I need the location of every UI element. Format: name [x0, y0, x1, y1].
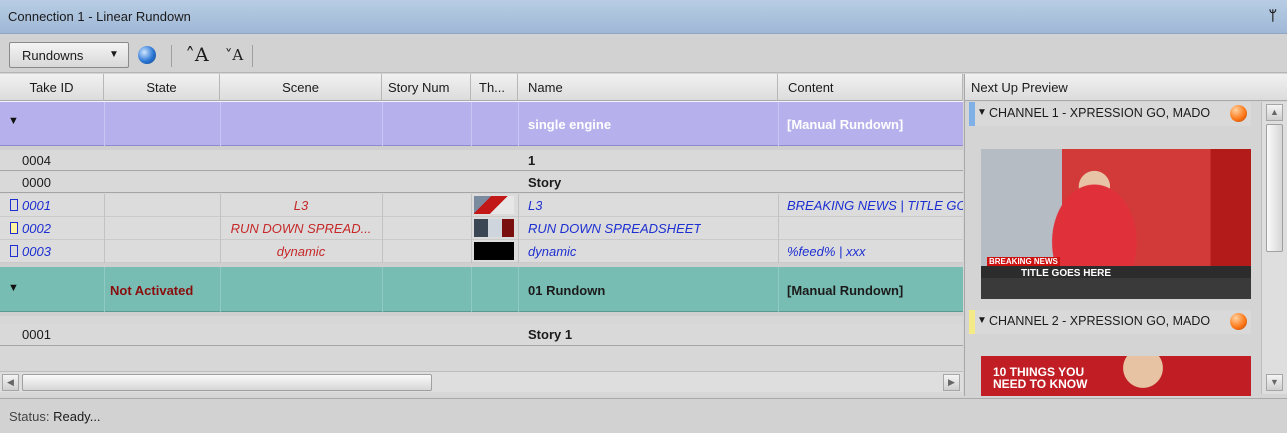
- collapse-triangle-icon[interactable]: ▼: [977, 315, 987, 326]
- window-title-bar: Connection 1 - Linear Rundown ᛘ: [0, 0, 1287, 34]
- group-content: [Manual Rundown]: [787, 283, 904, 298]
- story-name: Story 1: [528, 327, 573, 342]
- grid-header: Take ID State Scene Story Num Th... Name…: [0, 74, 963, 101]
- column-header-state[interactable]: State: [104, 74, 220, 101]
- rundowns-label: Rundowns: [22, 48, 84, 63]
- status-text: Status: Ready...: [9, 409, 101, 424]
- status-bar: Status: Ready...: [0, 398, 1287, 433]
- rundown-group-row[interactable]: ▼ single engine [Manual Rundown]: [0, 101, 963, 147]
- story-name: Story: [528, 175, 562, 190]
- take-item-row[interactable]: 0002 RUN DOWN SPREAD... RUN DOWN SPREADS…: [0, 217, 963, 240]
- pin-icon[interactable]: ᛘ: [1269, 7, 1277, 23]
- checkbox-icon[interactable]: [10, 222, 18, 234]
- scrollbar-thumb[interactable]: [22, 374, 432, 391]
- take-id: 0003: [10, 244, 51, 259]
- status-orb-icon: [1230, 105, 1247, 122]
- take-item-row[interactable]: 0001 L3 L3 BREAKING NEWS | TITLE GO: [0, 194, 963, 217]
- group-name: single engine: [528, 117, 612, 132]
- channel-label: CHANNEL 1 - XPRESSION GO, MADO: [989, 106, 1211, 120]
- collapse-triangle-icon[interactable]: ▼: [8, 115, 19, 127]
- take-id: 0002: [10, 221, 51, 236]
- preview-header: Next Up Preview: [965, 74, 1287, 101]
- channel-bar[interactable]: ▼ CHANNEL 2 - XPRESSION GO, MADO: [969, 310, 1251, 334]
- group-state: Not Activated: [110, 283, 194, 298]
- vertical-scrollbar[interactable]: ▲ ▼: [1261, 102, 1287, 394]
- column-header-take-id[interactable]: Take ID: [0, 74, 104, 101]
- toolbar: Rundowns ▼ ˄A ˅A: [0, 35, 1287, 73]
- scroll-right-icon[interactable]: ▶: [943, 374, 960, 391]
- font-increase-icon[interactable]: ˄A: [185, 43, 209, 67]
- group-name: 01 Rundown: [528, 283, 606, 298]
- toolbar-separator: [252, 45, 253, 67]
- take-content: BREAKING NEWS | TITLE GO: [787, 198, 963, 213]
- take-item-row[interactable]: 0003 dynamic dynamic %feed% | xxx: [0, 240, 963, 263]
- scene-name: dynamic: [276, 244, 326, 259]
- window-title: Connection 1 - Linear Rundown: [8, 9, 191, 24]
- scroll-up-icon[interactable]: ▲: [1266, 104, 1283, 121]
- checkbox-icon[interactable]: [10, 199, 18, 211]
- channel-bar[interactable]: ▼ CHANNEL 1 - XPRESSION GO, MADO: [969, 102, 1251, 126]
- preview-thumbnail: 10 THINGS YOU NEED TO KNOW: [981, 356, 1251, 396]
- take-name: dynamic: [528, 244, 577, 259]
- lower-third-label: BREAKING NEWS: [987, 257, 1060, 266]
- column-header-story-num[interactable]: Story Num: [382, 74, 471, 101]
- story-take-id: 0001: [22, 327, 51, 342]
- thumbnail-image: [474, 242, 514, 260]
- column-header-content[interactable]: Content: [778, 74, 963, 101]
- rundown-grid: Take ID State Scene Story Num Th... Name…: [0, 74, 963, 396]
- scroll-left-icon[interactable]: ◀: [2, 374, 19, 391]
- scene-name: RUN DOWN SPREAD...: [230, 221, 372, 236]
- column-header-thumbnail[interactable]: Th...: [471, 74, 518, 101]
- story-name: 1: [528, 153, 536, 168]
- font-decrease-icon[interactable]: ˅A: [222, 43, 246, 67]
- story-row[interactable]: 0000 Story: [0, 172, 963, 193]
- toolbar-separator: [171, 45, 172, 67]
- horizontal-scrollbar[interactable]: ◀ ▶: [0, 371, 963, 392]
- story-take-id: 0004: [22, 153, 51, 168]
- story-row[interactable]: 0001 Story 1: [0, 324, 963, 346]
- take-id: 0001: [10, 198, 51, 213]
- status-orb-icon: [1230, 313, 1247, 330]
- channel-color-strip: [969, 102, 975, 126]
- checkbox-icon[interactable]: [10, 245, 18, 257]
- rundowns-dropdown-button[interactable]: Rundowns ▼: [9, 42, 129, 68]
- scene-name: L3: [293, 198, 309, 213]
- thumbnail-image: [474, 196, 514, 214]
- preview-thumbnail: BREAKING NEWS TITLE GOES HERE: [981, 149, 1251, 299]
- column-header-scene[interactable]: Scene: [220, 74, 382, 101]
- take-name: L3: [528, 198, 543, 213]
- scrollbar-thumb[interactable]: [1266, 124, 1283, 252]
- take-content: %feed% | xxx: [787, 244, 866, 259]
- collapse-triangle-icon[interactable]: ▼: [977, 107, 987, 118]
- globe-icon[interactable]: [135, 43, 159, 67]
- collapse-triangle-icon[interactable]: ▼: [8, 282, 19, 294]
- story-row[interactable]: 0004 1: [0, 150, 963, 171]
- channel-label: CHANNEL 2 - XPRESSION GO, MADO: [989, 314, 1211, 328]
- next-up-preview-panel: Next Up Preview ▼ CHANNEL 1 - XPRESSION …: [964, 74, 1287, 396]
- take-name: RUN DOWN SPREADSHEET: [528, 221, 702, 236]
- chevron-down-icon: ▼: [109, 49, 119, 60]
- lower-third-title: TITLE GOES HERE: [1021, 268, 1112, 279]
- rundown-group-row[interactable]: ▼ Not Activated 01 Rundown [Manual Rundo…: [0, 267, 963, 312]
- channel-color-strip: [969, 310, 975, 334]
- column-header-name[interactable]: Name: [518, 74, 778, 101]
- scroll-down-icon[interactable]: ▼: [1266, 374, 1283, 391]
- story-take-id: 0000: [22, 175, 51, 190]
- group-content: [Manual Rundown]: [787, 117, 904, 132]
- promo-line-2: NEED TO KNOW: [993, 377, 1088, 391]
- thumbnail-image: [474, 219, 514, 237]
